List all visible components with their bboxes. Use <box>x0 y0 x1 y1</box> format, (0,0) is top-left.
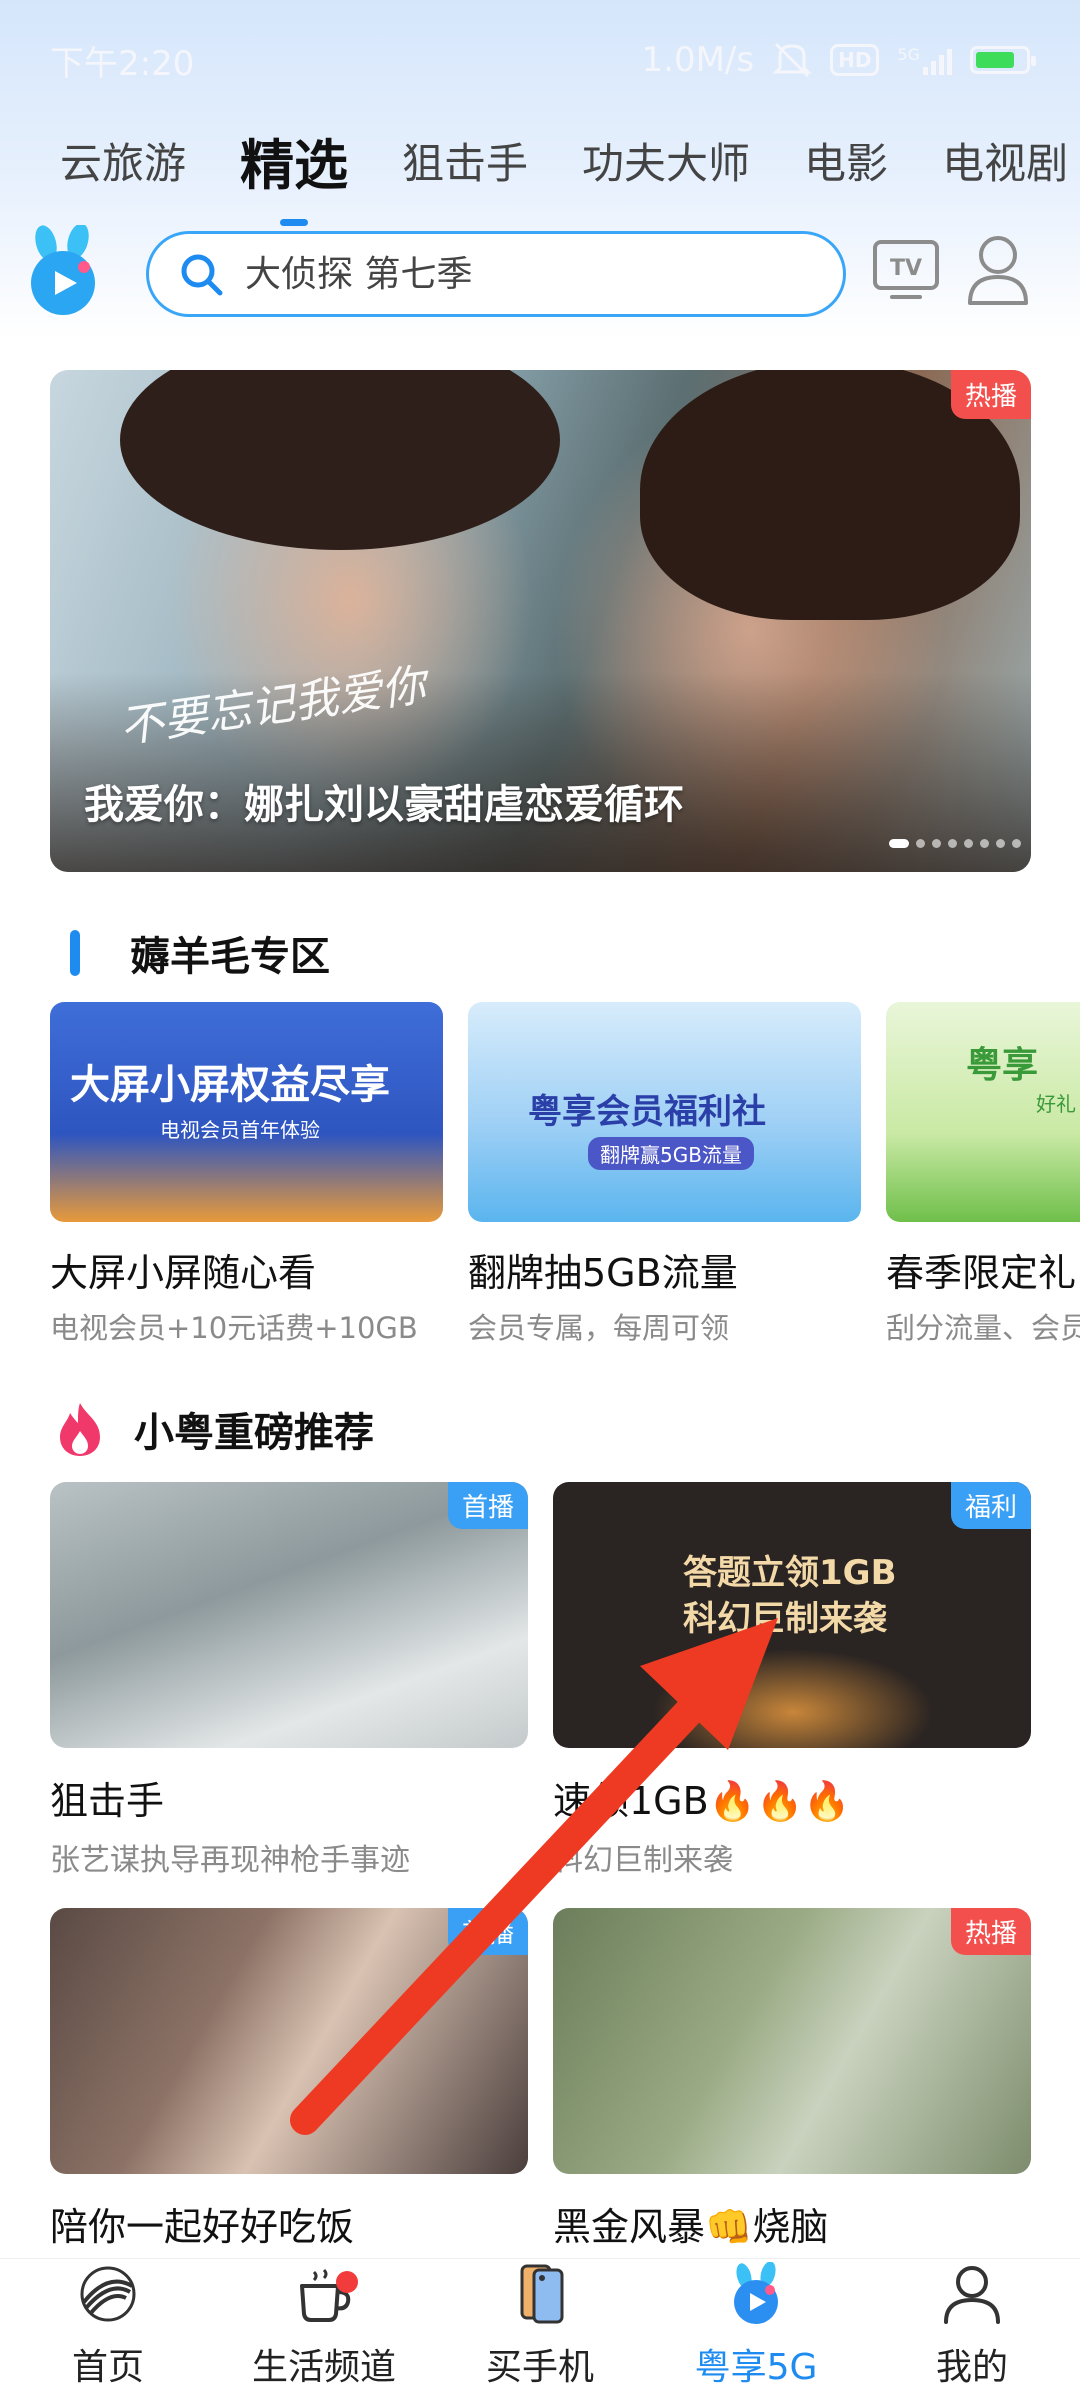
recommend-title: 狙击手 <box>50 1779 165 1823</box>
promo-title: 春季限定礼 <box>886 1251 1077 1295</box>
nav-buy-phone[interactable]: 买手机 <box>432 2259 648 2400</box>
nav-label: 生活频道 <box>251 2347 396 2388</box>
banner-title: 我爱你：娜扎刘以豪甜虐恋爱循环 <box>84 782 684 828</box>
status-icons: 1.0M/s HD 5G <box>641 40 1036 80</box>
recommend-image: 福利 答题立领1GB 科幻巨制来袭 <box>553 1482 1031 1748</box>
mute-icon <box>772 42 812 78</box>
tab-featured[interactable]: 精选 <box>240 121 348 200</box>
banner-dot[interactable] <box>889 839 909 848</box>
section-title: 薅羊毛专区 <box>130 934 330 980</box>
notification-badge <box>336 2271 358 2293</box>
search-row: TV <box>0 225 1080 330</box>
nav-label: 粤享5G <box>694 2347 818 2388</box>
recommend-subtitle: 张艺谋执导再现神枪手事迹 <box>50 1843 410 1878</box>
banner-hot-tag: 热播 <box>950 370 1031 419</box>
promo-card[interactable]: 粤享 好礼 春季限定礼 刮分流量、会员 <box>886 1002 1080 1342</box>
section-header-wool: 薅羊毛专区 <box>50 924 330 982</box>
battery-icon <box>970 46 1036 74</box>
nav-home[interactable]: 首页 <box>0 2259 216 2400</box>
promo-image: 粤享会员福利社 翻牌赢5GB流量 <box>468 1002 861 1222</box>
section-title: 小粤重磅推荐 <box>134 1410 374 1456</box>
nav-label: 买手机 <box>485 2347 594 2388</box>
promo-carousel[interactable]: 大屏小屏权益尽享 电视会员首年体验 大屏小屏随心看 电视会员+10元话费+10G… <box>50 1002 1080 1342</box>
top-tabs: 云旅游 精选 狙击手 功夫大师 电影 电视剧 <box>0 110 1080 210</box>
bottom-nav: 首页 生活频道 买手机 粤享5G 我的 <box>0 2258 1080 2400</box>
recommend-subtitle: 科幻巨制来袭 <box>553 1843 733 1878</box>
recommend-title: 速领1GB🔥🔥🔥 <box>553 1779 851 1823</box>
section-accent-bar <box>70 930 80 976</box>
section-header-recommend: 小粤重磅推荐 <box>50 1400 374 1458</box>
promo-subtitle: 刮分流量、会员 <box>886 1311 1080 1342</box>
promo-image-headline: 大屏小屏权益尽享 <box>70 1062 390 1108</box>
signal-icon: 5G <box>897 45 952 75</box>
promo-image-headline: 粤享会员福利社 <box>528 1092 766 1132</box>
recommend-tag: 首播 <box>447 1482 528 1529</box>
hd-icon: HD <box>830 44 880 76</box>
tab-movies[interactable]: 电影 <box>804 130 888 191</box>
promo-image-headline: 粤享 <box>966 1045 1039 1086</box>
person-icon <box>944 2266 1000 2324</box>
nav-life-channel[interactable]: 生活频道 <box>216 2259 432 2400</box>
recommend-image: 首播 <box>50 1908 528 2174</box>
banner-dot[interactable] <box>980 839 989 848</box>
recommend-image-text: 答题立领1GB 科幻巨制来袭 <box>683 1553 897 1639</box>
user-icon[interactable] <box>966 233 1030 307</box>
recommend-tag: 福利 <box>950 1482 1031 1529</box>
promo-card[interactable]: 大屏小屏权益尽享 电视会员首年体验 大屏小屏随心看 电视会员+10元话费+10G… <box>50 1002 443 1342</box>
nav-label: 首页 <box>71 2347 144 2388</box>
banner-figure-left <box>120 370 560 550</box>
promo-image: 大屏小屏权益尽享 电视会员首年体验 <box>50 1002 443 1222</box>
tab-tv-series[interactable]: 电视剧 <box>942 130 1068 191</box>
tv-icon[interactable]: TV <box>872 239 940 303</box>
svg-text:TV: TV <box>890 256 922 281</box>
network-speed: 1.0M/s <box>641 40 755 80</box>
search-icon <box>181 254 223 296</box>
promo-title: 大屏小屏随心看 <box>50 1251 317 1295</box>
china-mobile-logo-icon <box>80 2266 136 2322</box>
search-input[interactable] <box>245 253 805 295</box>
recommend-title: 黑金风暴👊烧脑 <box>553 2205 829 2249</box>
recommend-image: 首播 <box>50 1482 528 1748</box>
promo-card[interactable]: 粤享会员福利社 翻牌赢5GB流量 翻牌抽5GB流量 会员专属，每周可领 <box>468 1002 861 1342</box>
recommend-title: 陪你一起好好吃饭 <box>50 2205 355 2249</box>
tab-sniper[interactable]: 狙击手 <box>402 130 528 191</box>
nav-yuexiang-5g[interactable]: 粤享5G <box>648 2259 864 2400</box>
banner-dot[interactable] <box>932 839 941 848</box>
promo-image-subline: 好礼 <box>1036 1092 1076 1116</box>
banner-dot[interactable] <box>1012 839 1021 848</box>
recommend-tag: 首播 <box>447 1908 528 1955</box>
hero-banner[interactable]: 热播 不要忘记我爱你 我爱你：娜扎刘以豪甜虐恋爱循环 <box>50 370 1031 872</box>
recommend-tag: 热播 <box>950 1908 1031 1955</box>
rabbit-logo-icon[interactable] <box>22 225 104 317</box>
network-type: 5G <box>897 45 920 64</box>
banner-dot[interactable] <box>964 839 973 848</box>
promo-subtitle: 电视会员+10元话费+10GB <box>50 1311 418 1342</box>
promo-image-subline: 电视会员首年体验 <box>160 1118 320 1142</box>
tab-kungfu-master[interactable]: 功夫大师 <box>582 130 750 191</box>
nav-label: 我的 <box>935 2347 1008 2388</box>
promo-title: 翻牌抽5GB流量 <box>468 1251 738 1295</box>
promo-image: 粤享 好礼 <box>886 1002 1080 1222</box>
recommend-card[interactable]: 首播 狙击手 张艺谋执导再现神枪手事迹 <box>50 1482 528 1879</box>
flame-icon <box>60 1403 100 1456</box>
status-time: 下午2:20 <box>50 43 195 84</box>
promo-subtitle: 会员专属，每周可领 <box>468 1311 730 1342</box>
status-bar: 下午2:20 1.0M/s HD 5G <box>0 0 1080 120</box>
promo-image-subline: 翻牌赢5GB流量 <box>588 1137 754 1170</box>
tab-cloud-travel[interactable]: 云旅游 <box>60 130 186 191</box>
banner-dot[interactable] <box>948 839 957 848</box>
banner-pagination <box>889 839 1021 848</box>
search-box[interactable] <box>146 231 846 317</box>
banner-dot[interactable] <box>996 839 1005 848</box>
recommend-image: 热播 <box>553 1908 1031 2174</box>
recommend-card[interactable]: 热播 黑金风暴👊烧脑 <box>553 1908 1031 2251</box>
recommend-card[interactable]: 首播 陪你一起好好吃饭 <box>50 1908 528 2251</box>
banner-dot[interactable] <box>916 839 925 848</box>
rabbit-play-icon <box>734 2262 778 2324</box>
phone-icon <box>520 2264 564 2324</box>
recommend-card[interactable]: 福利 答题立领1GB 科幻巨制来袭 速领1GB🔥🔥🔥 科幻巨制来袭 <box>553 1482 1031 1879</box>
nav-mine[interactable]: 我的 <box>864 2259 1080 2400</box>
